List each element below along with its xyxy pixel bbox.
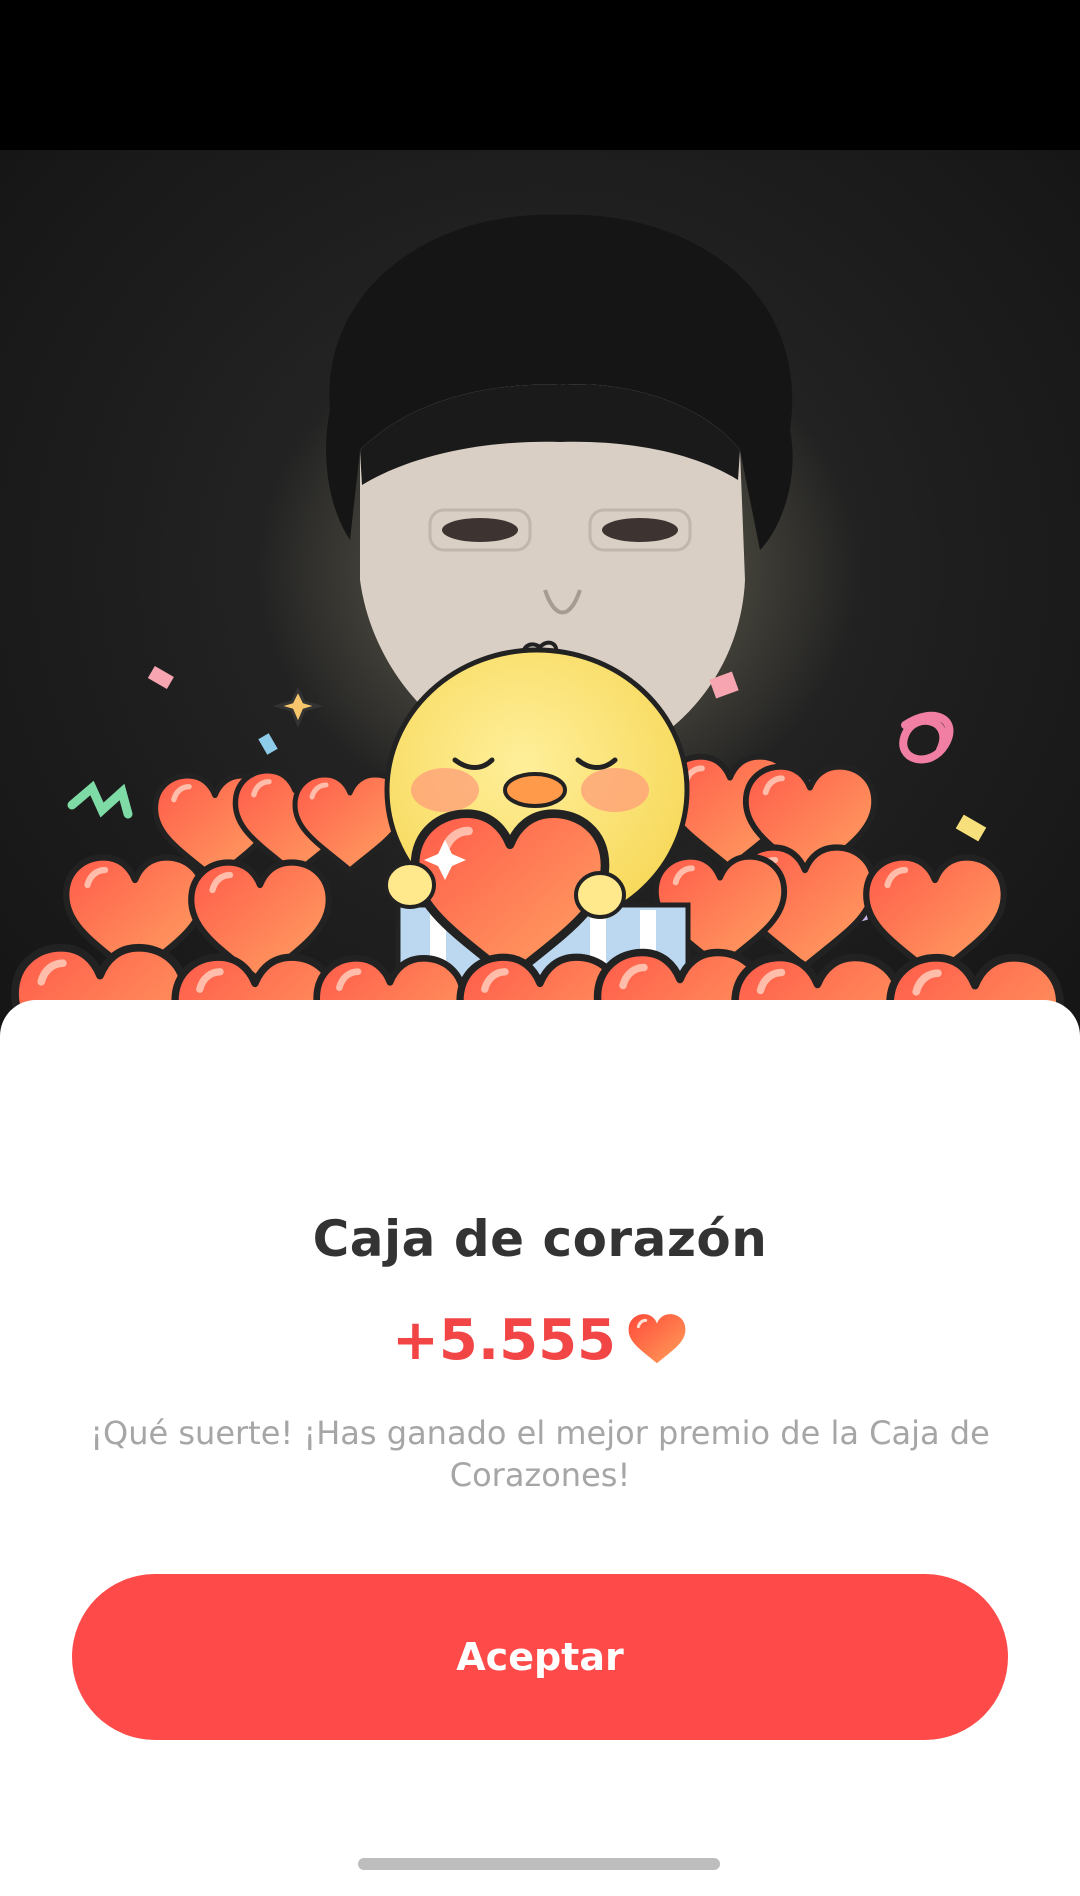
home-indicator xyxy=(358,1858,720,1870)
accept-button[interactable]: Aceptar xyxy=(72,1574,1008,1740)
status-bar xyxy=(0,0,1080,150)
reward-message: ¡Qué suerte! ¡Has ganado el mejor premio… xyxy=(90,1414,990,1494)
heart-icon xyxy=(628,1314,686,1364)
dialog-title: Caja de corazón xyxy=(312,1210,768,1268)
reward-illustration xyxy=(0,150,1080,1080)
reward-amount: +5.555 xyxy=(391,1307,617,1373)
heart-box-illustration xyxy=(0,214,1080,1080)
reward-row: +5.555 xyxy=(0,1305,1080,1375)
